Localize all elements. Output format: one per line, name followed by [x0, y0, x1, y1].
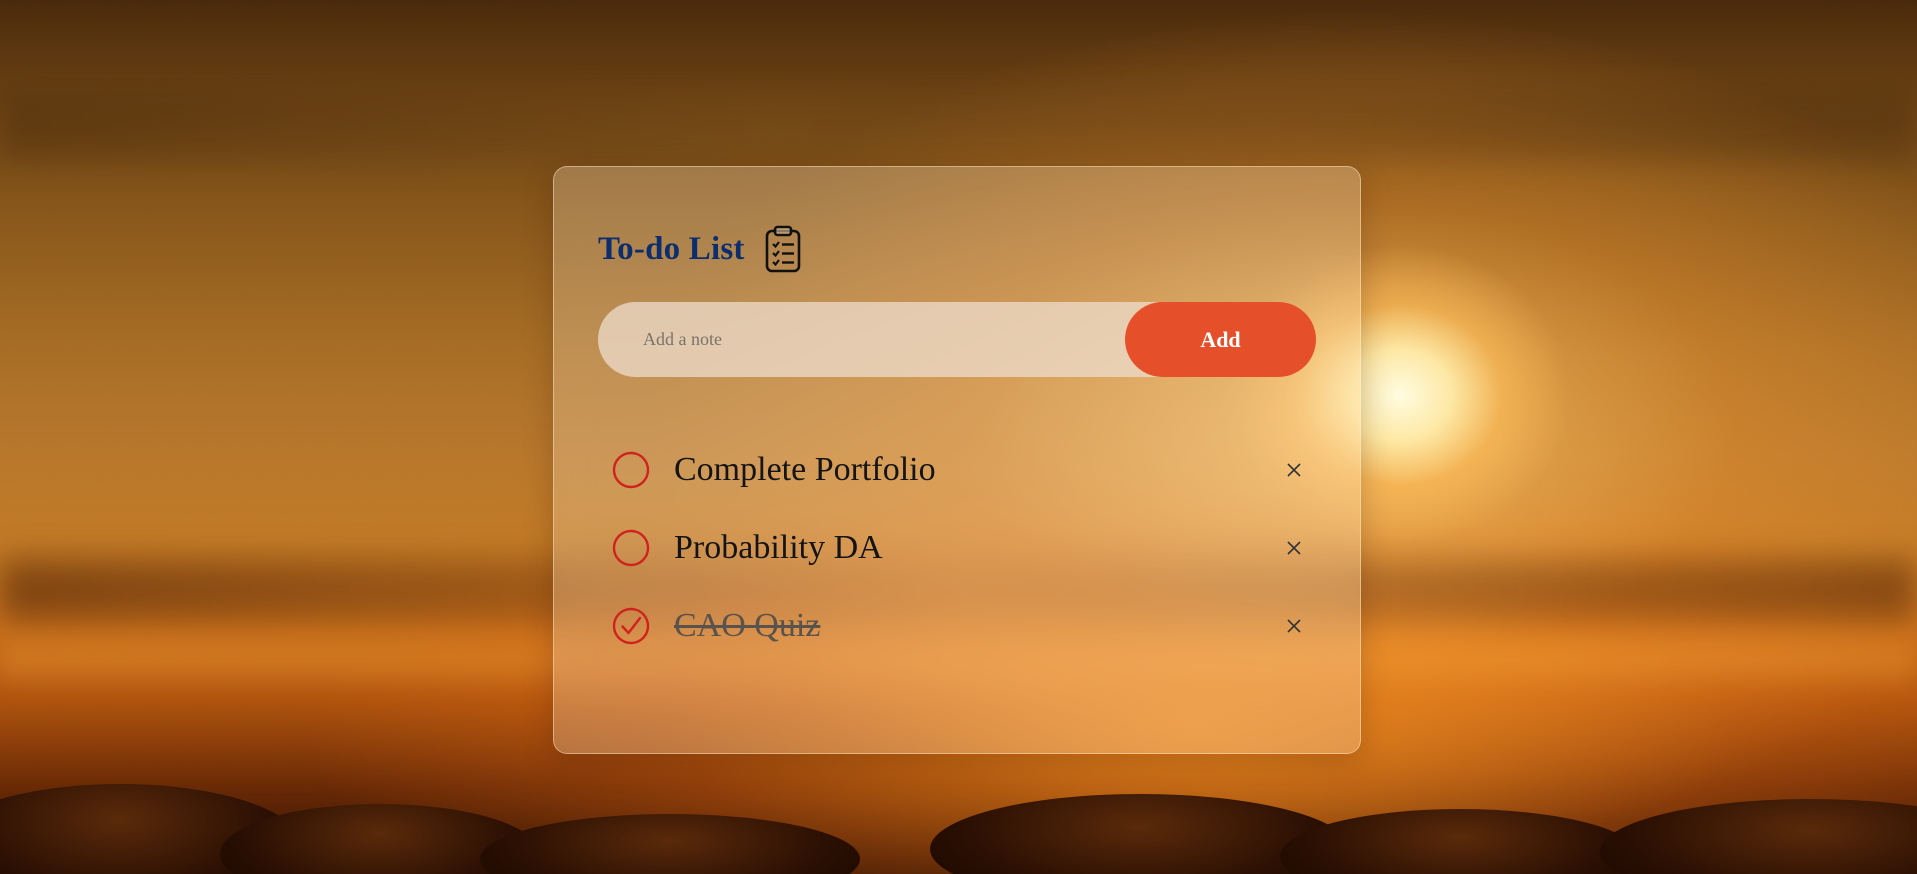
todo-text: Probability DA: [674, 529, 883, 566]
check-circle-icon[interactable]: [612, 607, 650, 645]
todo-text: CAO Quiz: [674, 607, 821, 644]
list-item[interactable]: Probability DA: [612, 509, 1312, 587]
clipboard-checklist-icon: [763, 225, 803, 273]
todo-list: Complete Portfolio Probability DA CAO Qu…: [612, 431, 1312, 665]
header: To-do List: [598, 225, 803, 273]
note-input[interactable]: [598, 302, 1138, 377]
todo-text: Complete Portfolio: [674, 451, 936, 488]
list-item[interactable]: CAO Quiz: [612, 587, 1312, 665]
circle-icon[interactable]: [612, 451, 650, 489]
background-cloud-band: [0, 90, 1917, 160]
circle-icon[interactable]: [612, 529, 650, 567]
page-title: To-do List: [598, 230, 745, 267]
todo-card: To-do List Add Complete Por: [553, 166, 1361, 754]
close-icon[interactable]: [1276, 452, 1312, 488]
list-item[interactable]: Complete Portfolio: [612, 431, 1312, 509]
close-icon[interactable]: [1276, 608, 1312, 644]
add-note-row: Add: [598, 302, 1316, 377]
close-icon[interactable]: [1276, 530, 1312, 566]
add-button[interactable]: Add: [1125, 302, 1316, 377]
